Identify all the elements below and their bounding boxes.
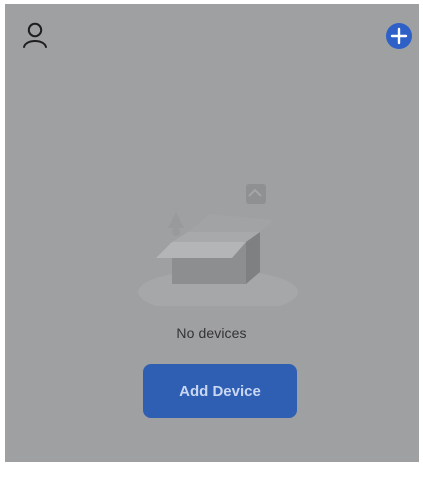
empty-state-message: No devices: [176, 325, 247, 341]
empty-box-icon: [128, 176, 308, 314]
profile-icon[interactable]: [20, 20, 50, 50]
add-device-icon[interactable]: [384, 21, 414, 51]
add-device-button[interactable]: Add Device: [143, 364, 297, 418]
bottom-bar: [0, 462, 423, 482]
